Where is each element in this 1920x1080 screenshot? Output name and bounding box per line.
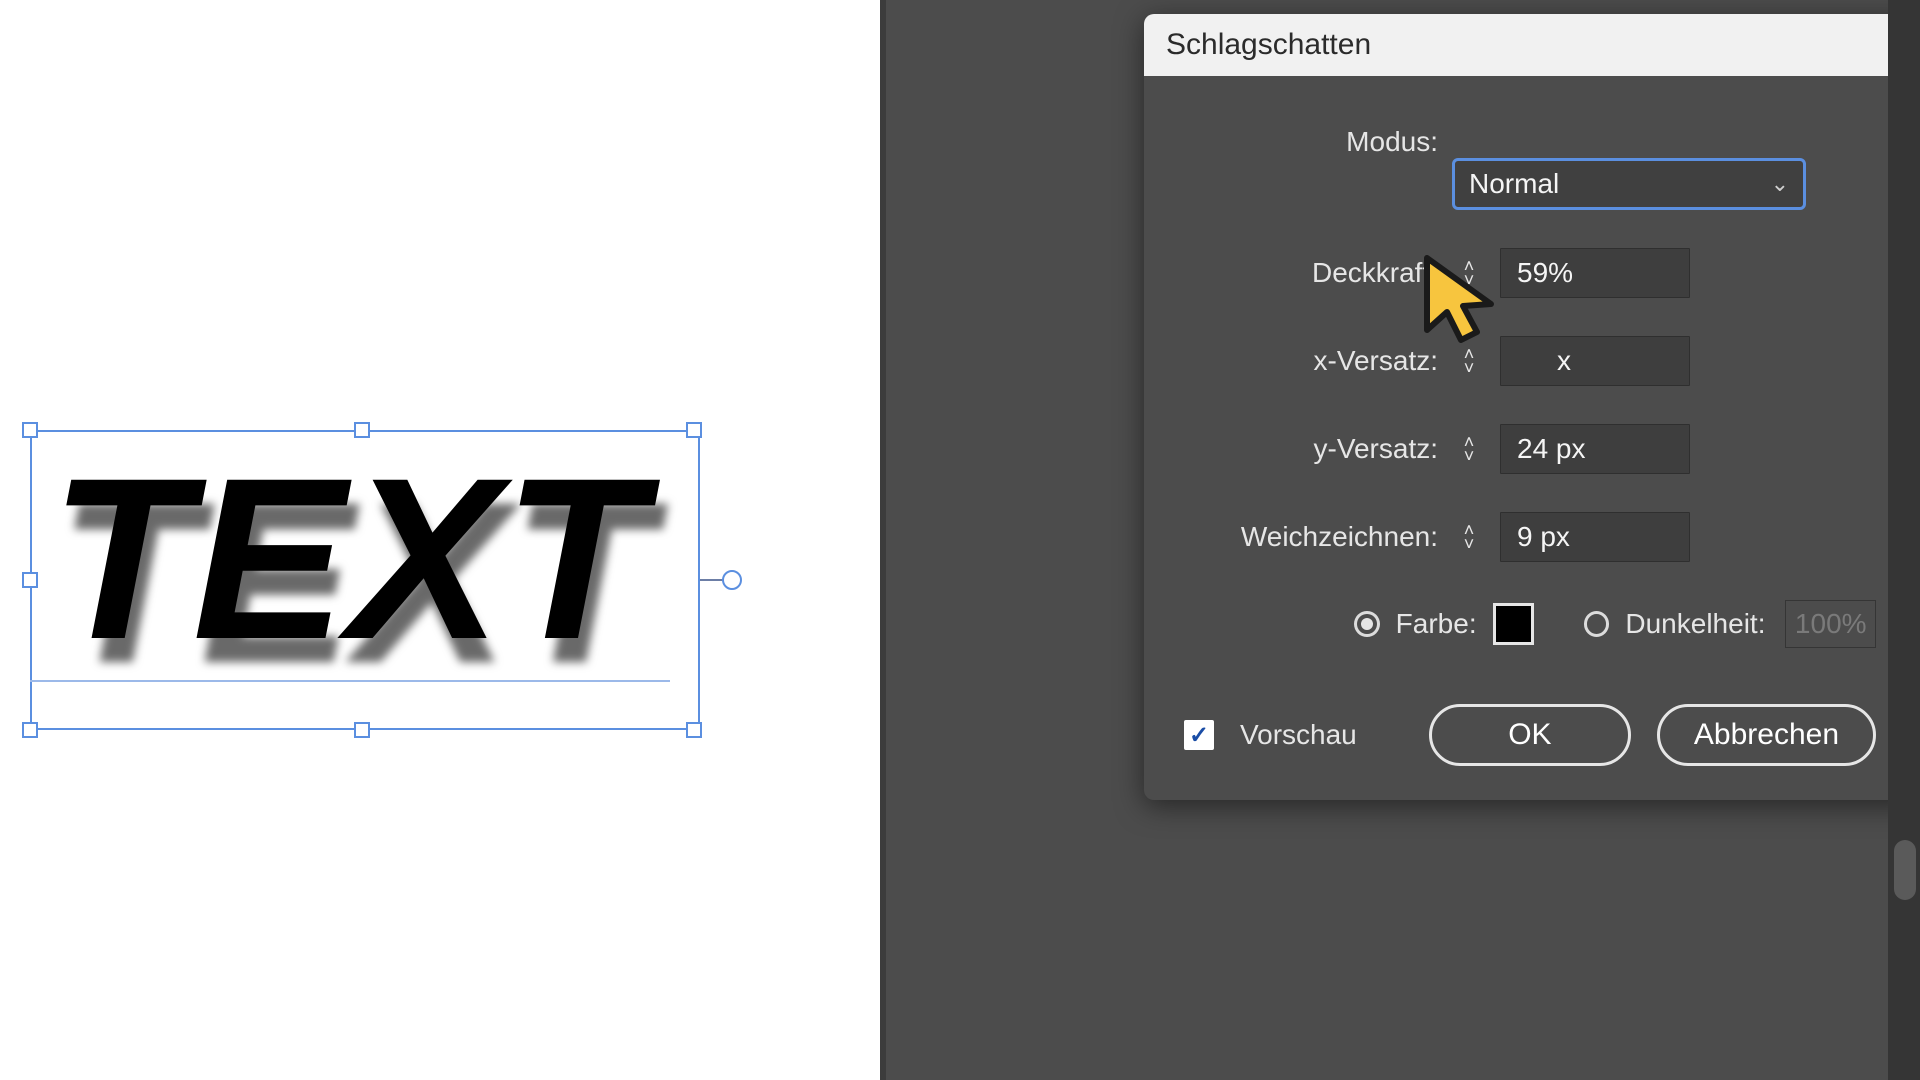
handle-middle-left[interactable] xyxy=(22,572,38,588)
dialog-footer: ✓ Vorschau OK Abbrechen xyxy=(1184,686,1876,766)
preview-checkbox[interactable]: ✓ xyxy=(1184,720,1214,750)
row-opacity: Deckkraft: ˄ ˅ xyxy=(1184,248,1876,298)
scrollbar-thumb[interactable] xyxy=(1894,840,1916,900)
rotate-handle[interactable] xyxy=(722,570,742,590)
dialog-body: Modus: Normal ⌄ Deckkraft: ˄ ˅ x-Versatz… xyxy=(1144,76,1916,800)
dialog-title: Schlagschatten xyxy=(1144,14,1916,76)
stepper-down-icon: ˅ xyxy=(1464,361,1475,375)
mode-select[interactable]: Normal ⌄ xyxy=(1452,158,1806,210)
canvas-pane[interactable]: TEXT xyxy=(0,0,880,1080)
handle-bottom-left[interactable] xyxy=(22,722,38,738)
cancel-button[interactable]: Abbrechen xyxy=(1657,704,1876,766)
chevron-down-icon: ⌄ xyxy=(1771,171,1789,197)
stepper-down-icon: ˅ xyxy=(1464,449,1475,463)
drop-shadow-dialog: Schlagschatten Modus: Normal ⌄ Deckkraft… xyxy=(1144,14,1916,800)
blur-field[interactable] xyxy=(1500,512,1690,562)
handle-top-middle[interactable] xyxy=(354,422,370,438)
handle-top-right[interactable] xyxy=(686,422,702,438)
label-x-offset: x-Versatz: xyxy=(1184,345,1444,377)
stepper-down-icon: ˅ xyxy=(1464,537,1475,551)
workspace-pane: Schlagschatten Modus: Normal ⌄ Deckkraft… xyxy=(880,0,1920,1080)
y-offset-field[interactable] xyxy=(1500,424,1690,474)
y-offset-stepper[interactable]: ˄ ˅ xyxy=(1452,425,1486,473)
label-mode: Modus: xyxy=(1184,126,1444,158)
handle-bottom-middle[interactable] xyxy=(354,722,370,738)
x-offset-field[interactable] xyxy=(1500,336,1690,386)
ok-button[interactable]: OK xyxy=(1429,704,1631,766)
handle-bottom-right[interactable] xyxy=(686,722,702,738)
row-x-offset: x-Versatz: ˄ ˅ xyxy=(1184,336,1876,386)
row-blur: Weichzeichnen: ˄ ˅ xyxy=(1184,512,1876,562)
vertical-scrollbar[interactable] xyxy=(1888,0,1920,1080)
color-swatch[interactable] xyxy=(1493,603,1534,645)
darkness-field: 100% xyxy=(1785,600,1876,648)
label-color: Farbe: xyxy=(1396,608,1477,640)
darkness-radio[interactable] xyxy=(1584,611,1610,637)
selection-box xyxy=(30,430,700,730)
x-offset-stepper[interactable]: ˄ ˅ xyxy=(1452,337,1486,385)
label-preview: Vorschau xyxy=(1240,719,1357,751)
opacity-field[interactable] xyxy=(1500,248,1690,298)
row-mode: Modus: Normal ⌄ xyxy=(1184,126,1876,210)
handle-top-left[interactable] xyxy=(22,422,38,438)
label-blur: Weichzeichnen: xyxy=(1184,521,1444,553)
stepper-down-icon: ˅ xyxy=(1464,273,1475,287)
row-y-offset: y-Versatz: ˄ ˅ xyxy=(1184,424,1876,474)
opacity-stepper[interactable]: ˄ ˅ xyxy=(1452,249,1486,297)
mode-value: Normal xyxy=(1469,168,1559,200)
color-radio[interactable] xyxy=(1354,611,1380,637)
selection-baseline xyxy=(30,680,670,682)
label-darkness: Dunkelheit: xyxy=(1625,608,1765,640)
label-opacity: Deckkraft: xyxy=(1184,257,1444,289)
label-y-offset: y-Versatz: xyxy=(1184,433,1444,465)
row-color: Farbe: Dunkelheit: 100% xyxy=(1184,600,1876,648)
blur-stepper[interactable]: ˄ ˅ xyxy=(1452,513,1486,561)
